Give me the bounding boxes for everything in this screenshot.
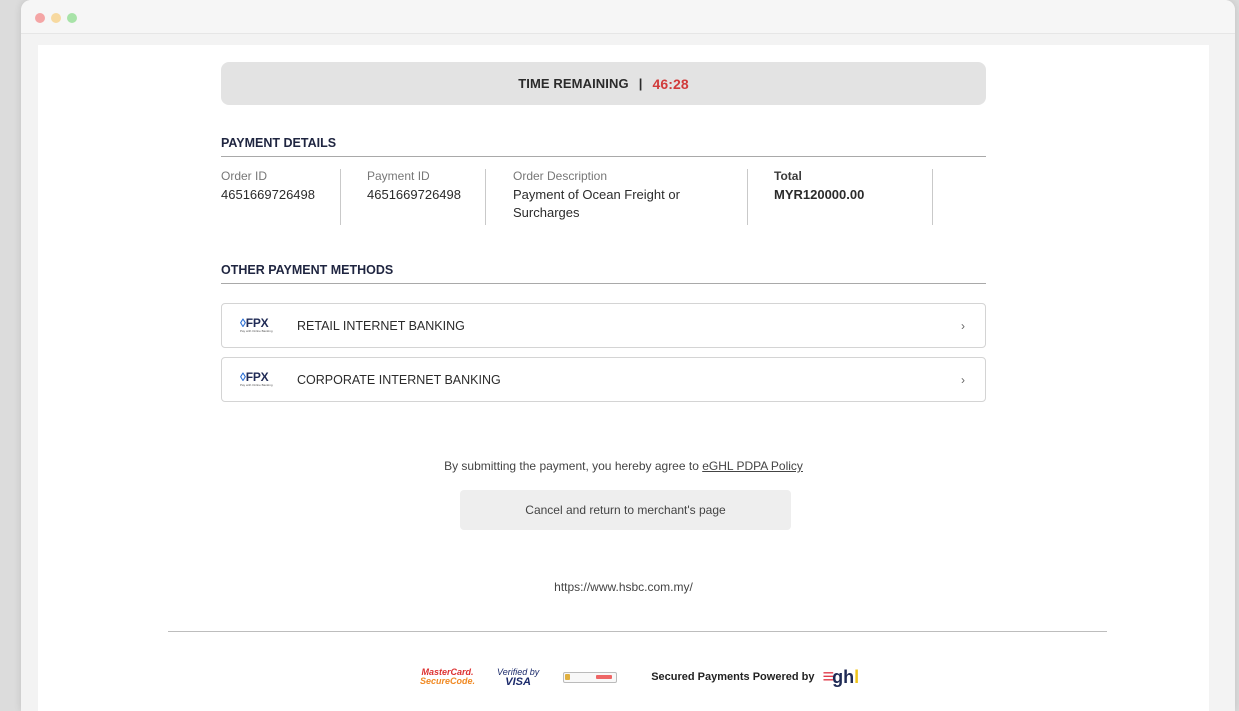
merchant-url: https://www.hsbc.com.my/ [554,580,693,594]
order-description-value: Payment of Ocean Freight or Surcharges [513,187,680,220]
payment-page: TIME REMAINING | 46:28 PAYMENT DETAILS O… [38,45,1209,711]
total-label: Total [774,169,802,183]
order-id-column: Order ID 4651669726498 [221,169,341,225]
verified-by-visa-logo: Verified by VISA [497,667,539,688]
time-separator: | [638,76,643,91]
corporate-internet-banking-option[interactable]: ◊FPX Pay with Online Banking CORPORATE I… [221,357,986,402]
footer-badges: MasterCard. SecureCode. Verified by VISA… [420,663,859,691]
order-description-label: Order Description [513,169,608,183]
chevron-right-icon: › [961,318,965,333]
cancel-return-button[interactable]: Cancel and return to merchant's page [460,490,791,530]
retail-banking-label: RETAIL INTERNET BANKING [297,318,465,333]
time-remaining-value: 46:28 [652,75,689,92]
ssl-secured-badge-icon [563,671,618,683]
payment-details-heading: PAYMENT DETAILS [221,136,986,157]
fpx-logo-text: FPX [245,370,269,384]
payment-id-value: 4651669726498 [367,187,461,202]
fpx-logo-subtext: Pay with Online Banking [240,329,273,333]
payment-id-label: Payment ID [367,169,430,183]
maximize-window-button[interactable] [67,13,77,23]
agreement-text: By submitting the payment, you hereby ag… [38,459,1209,473]
eghl-logo: ≡ gh l [822,665,860,688]
mastercard-securecode-logo: MasterCard. SecureCode. [420,668,475,686]
order-description-column: Order Description Payment of Ocean Freig… [486,169,748,225]
other-payment-methods-heading: OTHER PAYMENT METHODS [221,263,986,284]
total-column: Total MYR120000.00 [748,169,933,225]
total-value: MYR120000.00 [774,187,865,202]
fpx-logo-icon: ◊FPX Pay with Online Banking [240,316,276,336]
fpx-logo-icon: ◊FPX Pay with Online Banking [240,370,276,390]
pdpa-policy-link[interactable]: eGHL PDPA Policy [702,459,803,473]
browser-window: TIME REMAINING | 46:28 PAYMENT DETAILS O… [21,0,1235,711]
minimize-window-button[interactable] [51,13,61,23]
close-window-button[interactable] [35,13,45,23]
visa-text: VISA [505,676,531,688]
fpx-logo-subtext: Pay with Online Banking [240,383,273,387]
securecode-logo-text: SecureCode. [420,676,476,686]
time-remaining-label: TIME REMAINING [518,76,629,91]
corporate-banking-label: CORPORATE INTERNET BANKING [297,372,501,387]
payment-details-row: Order ID 4651669726498 Payment ID 465166… [221,169,933,227]
time-remaining-banner: TIME REMAINING | 46:28 [221,62,986,105]
footer-divider [168,631,1107,632]
retail-internet-banking-option[interactable]: ◊FPX Pay with Online Banking RETAIL INTE… [221,303,986,348]
agreement-statement: By submitting the payment, you hereby ag… [444,459,703,473]
chevron-right-icon: › [961,372,965,387]
fpx-logo-text: FPX [245,316,269,330]
window-titlebar [21,0,1235,34]
secured-payments-text: Secured Payments Powered by [651,671,815,683]
order-id-label: Order ID [221,169,268,183]
payment-id-column: Payment ID 4651669726498 [341,169,486,225]
order-id-value: 4651669726498 [221,187,315,202]
